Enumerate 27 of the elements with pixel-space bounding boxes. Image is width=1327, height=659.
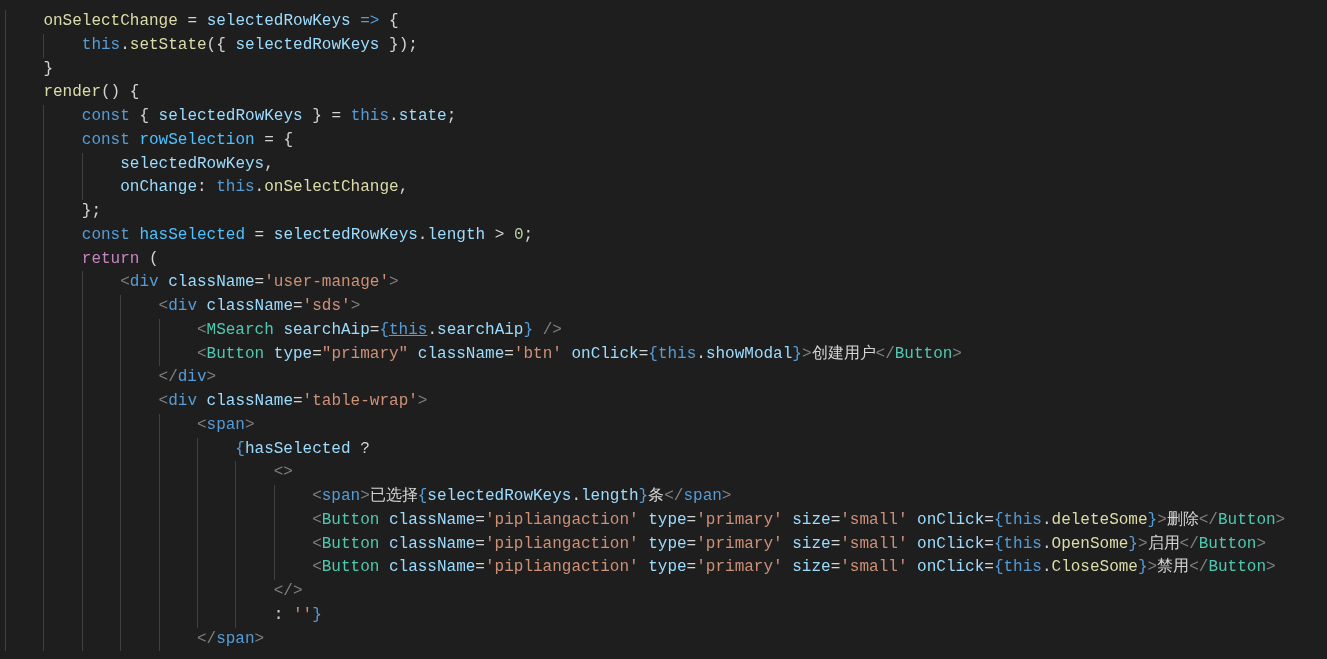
code-line: render() { — [43, 82, 140, 104]
code-line: const rowSelection = { — [81, 129, 294, 151]
code-line: </> — [273, 581, 303, 603]
code-line: {hasSelected ? — [235, 438, 370, 460]
code-line: }; — [81, 201, 101, 223]
code-line: <div className='sds'> — [158, 296, 361, 318]
code-line: onSelectChange = selectedRowKeys => { — [43, 11, 399, 33]
code-line: } — [43, 58, 53, 80]
code-line: <Button className='pipliangaction' type='primary' size='small' onClick={this.CloseSome}>禁用</Button> — [312, 557, 1276, 579]
code-line: </div> — [158, 367, 217, 389]
code-line: const { selectedRowKeys } = this.state; — [81, 106, 457, 128]
code-line: <span>已选择{selectedRowKeys.length}条</span> — [312, 486, 732, 508]
code-line: <Button type="primary" className='btn' onClick={this.showModal}>创建用户</Button> — [196, 343, 962, 365]
code-line: <div className='user-manage'> — [120, 272, 399, 294]
code-line: onChange: this.onSelectChange, — [120, 177, 409, 199]
code-line: selectedRowKeys, — [120, 153, 274, 175]
code-line: </span> — [196, 628, 265, 650]
code-line: <MSearch searchAip={this.searchAip} /> — [196, 319, 562, 341]
code-line: <Button className='pipliangaction' type='primary' size='small' onClick={this.OpenSome}>启用</Button> — [312, 533, 1266, 555]
code-line: this.setState({ selectedRowKeys }); — [81, 34, 418, 56]
code-line: : ''} — [273, 604, 322, 626]
code-line: <Button className='pipliangaction' type='primary' size='small' onClick={this.deleteSome}>删除</Button> — [312, 509, 1286, 531]
code-line: <span> — [196, 414, 255, 436]
code-line: <div className='table-wrap'> — [158, 391, 428, 413]
code-line: return ( — [81, 248, 159, 270]
code-line: const hasSelected = selectedRowKeys.length > 0; — [81, 224, 534, 246]
code-line: <> — [273, 462, 293, 484]
